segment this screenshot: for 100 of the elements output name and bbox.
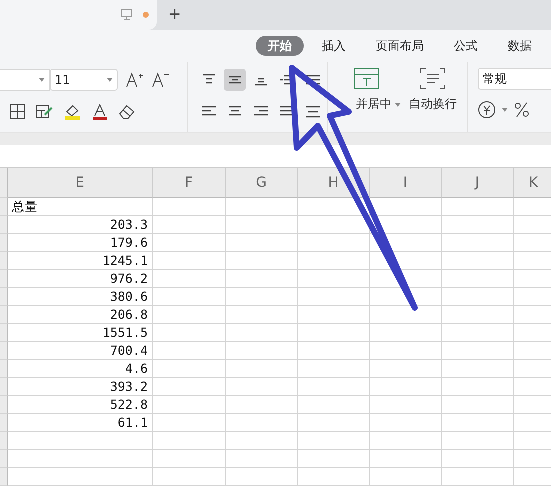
table-cell: [442, 234, 514, 252]
table-cell: [298, 198, 370, 216]
column-header[interactable]: E: [8, 168, 153, 198]
table-cell: [442, 342, 514, 360]
table-cell: [226, 432, 298, 450]
table-cell: [370, 324, 442, 342]
percent-icon[interactable]: [514, 101, 530, 119]
border-icon[interactable]: [10, 104, 26, 120]
currency-icon[interactable]: [478, 101, 496, 119]
table-cell: [298, 270, 370, 288]
column-header[interactable]: F: [153, 168, 226, 198]
table-cell: [298, 360, 370, 378]
column-header[interactable]: G: [226, 168, 298, 198]
table-cell: 61.1: [8, 414, 153, 432]
table-cell: [370, 378, 442, 396]
ribbon-tab[interactable]: 页面布局: [364, 36, 436, 56]
table-cell: 522.8: [8, 396, 153, 414]
table-cell: 380.6: [8, 288, 153, 306]
new-tab-button[interactable]: +: [157, 0, 193, 30]
table-cell: [442, 216, 514, 234]
wrap-text-button[interactable]: 自动换行: [405, 62, 468, 132]
table-cell: [226, 468, 298, 486]
table-cell: 4.6: [8, 360, 153, 378]
eraser-icon[interactable]: [118, 104, 136, 120]
table-cell: [226, 306, 298, 324]
table-cell: [298, 396, 370, 414]
table-cell: [226, 342, 298, 360]
ribbon-tab[interactable]: 数据: [496, 36, 544, 56]
table-cell: 700.4: [8, 342, 153, 360]
table-cell: [298, 252, 370, 270]
caret-icon: [39, 78, 45, 82]
unsaved-dot-icon: [143, 12, 149, 18]
table-cell: [298, 306, 370, 324]
table-cell: [298, 414, 370, 432]
column-header[interactable]: I: [370, 168, 442, 198]
table-cell: [226, 360, 298, 378]
ribbon-tab[interactable]: 插入: [310, 36, 358, 56]
table-cell: [370, 288, 442, 306]
table-cell: [442, 360, 514, 378]
table-cell: [370, 216, 442, 234]
table-cell: [442, 432, 514, 450]
wrap-text-icon: [420, 68, 446, 90]
font-size-field[interactable]: 11: [50, 69, 118, 91]
table-cell: [226, 288, 298, 306]
ribbon-tab[interactable]: 公式: [442, 36, 490, 56]
table-cell: [226, 324, 298, 342]
font-color-icon[interactable]: [92, 104, 108, 120]
fill-color-icon[interactable]: [64, 104, 82, 120]
table-cell: [226, 414, 298, 432]
merge-center-button[interactable]: 并居中: [328, 62, 405, 132]
column-header[interactable]: K: [514, 168, 551, 198]
table-cell: [226, 396, 298, 414]
table-cell: [226, 234, 298, 252]
table-cell: [442, 198, 514, 216]
table-cell: 总量: [8, 198, 153, 216]
number-format-field[interactable]: 常规: [478, 68, 551, 90]
caret-icon: [502, 108, 508, 112]
table-cell: [442, 468, 514, 486]
monitor-icon: [121, 9, 133, 21]
table-cell: [298, 432, 370, 450]
table-cell: [298, 216, 370, 234]
table-cell: [442, 378, 514, 396]
table-cell: [370, 306, 442, 324]
table-cell: [370, 270, 442, 288]
table-cell: [370, 396, 442, 414]
table-cell: [370, 432, 442, 450]
table-cell: [298, 468, 370, 486]
table-cell: [442, 414, 514, 432]
table-cell: [226, 378, 298, 396]
table-cell: [370, 414, 442, 432]
table-cell: [370, 450, 442, 468]
table-cell: [442, 396, 514, 414]
table-cell: [442, 288, 514, 306]
align-middle-button[interactable]: [224, 69, 246, 91]
table-cell: [226, 450, 298, 468]
increase-font-icon[interactable]: [126, 72, 144, 88]
table-cell: [442, 270, 514, 288]
table-cell: [226, 216, 298, 234]
distribute-icon: [305, 105, 321, 119]
table-cell: [370, 198, 442, 216]
table-cell: [442, 450, 514, 468]
table-cell: 203.3: [8, 216, 153, 234]
ribbon-tab[interactable]: 开始: [256, 36, 304, 56]
format-icon[interactable]: [36, 104, 54, 120]
table-cell: [442, 252, 514, 270]
caret-icon: [395, 102, 401, 106]
merge-cells-icon: [354, 68, 380, 90]
outdent-icon: [305, 73, 321, 87]
table-cell: [298, 342, 370, 360]
table-cell: 206.8: [8, 306, 153, 324]
table-cell: 1245.1: [8, 252, 153, 270]
table-cell: 393.2: [8, 378, 153, 396]
decrease-font-icon[interactable]: [152, 72, 170, 88]
font-name-field[interactable]: [0, 69, 50, 91]
table-cell: [298, 288, 370, 306]
column-header[interactable]: J: [442, 168, 514, 198]
table-cell: [442, 324, 514, 342]
table-cell: [370, 252, 442, 270]
caret-icon: [107, 78, 113, 82]
table-cell: 976.2: [8, 270, 153, 288]
